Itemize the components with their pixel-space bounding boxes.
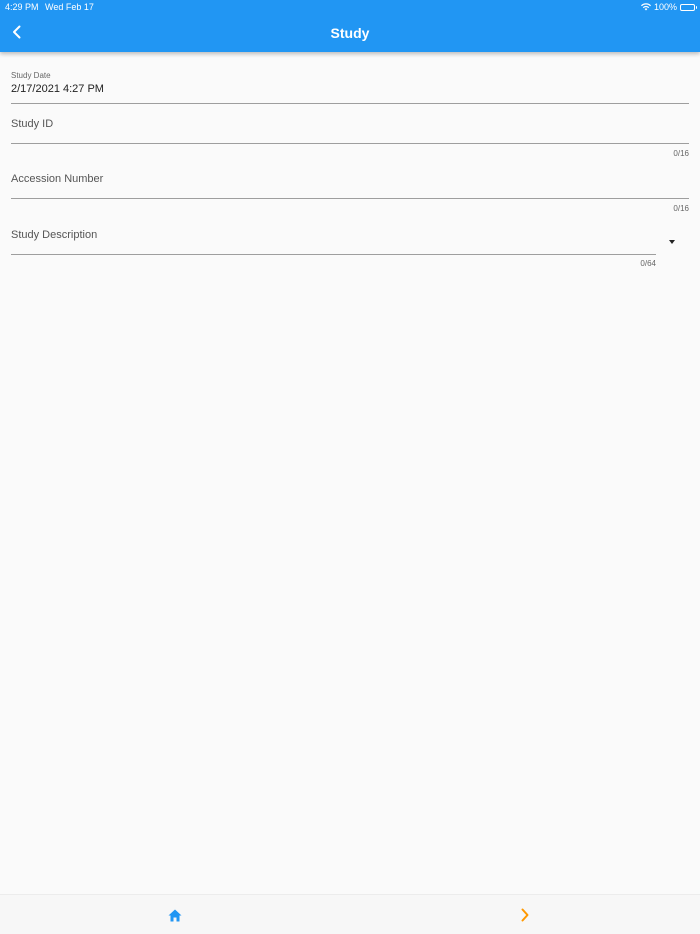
study-id-field[interactable]: Study ID <box>11 116 689 144</box>
study-description-counter: 0/64 <box>640 259 656 268</box>
study-date-label: Study Date <box>11 71 51 80</box>
wifi-icon <box>640 3 651 11</box>
study-date-underline <box>11 103 689 104</box>
dropdown-arrow-icon[interactable] <box>669 240 675 244</box>
battery-icon <box>680 3 697 11</box>
page-title: Study <box>330 25 370 41</box>
app-bar: 4:29 PM Wed Feb 17 100% Study <box>0 0 700 52</box>
status-right: 100% <box>640 0 697 14</box>
study-date-value: 2/17/2021 4:27 PM <box>11 83 104 95</box>
battery-percentage: 100% <box>653 2 677 12</box>
study-id-counter: 0/16 <box>673 149 689 158</box>
status-time: 4:29 PM <box>5 2 39 12</box>
home-icon <box>168 909 182 921</box>
study-description-label: Study Description <box>11 229 98 241</box>
home-button[interactable] <box>166 906 184 924</box>
next-button[interactable] <box>516 906 534 924</box>
status-date: Wed Feb 17 <box>45 2 94 12</box>
study-description-field[interactable]: Study Description <box>11 227 656 255</box>
study-id-label: Study ID <box>11 118 54 130</box>
bottom-bar <box>0 894 700 934</box>
status-bar: 4:29 PM Wed Feb 17 100% <box>0 0 700 14</box>
accession-number-underline <box>11 198 689 199</box>
accession-number-counter: 0/16 <box>673 204 689 213</box>
chevron-right-icon <box>521 908 529 922</box>
study-id-underline <box>11 143 689 144</box>
accession-number-field[interactable]: Accession Number <box>11 171 689 199</box>
accession-number-label: Accession Number <box>11 173 104 185</box>
study-date-field[interactable]: Study Date 2/17/2021 4:27 PM <box>11 70 689 104</box>
study-description-underline <box>11 254 656 255</box>
